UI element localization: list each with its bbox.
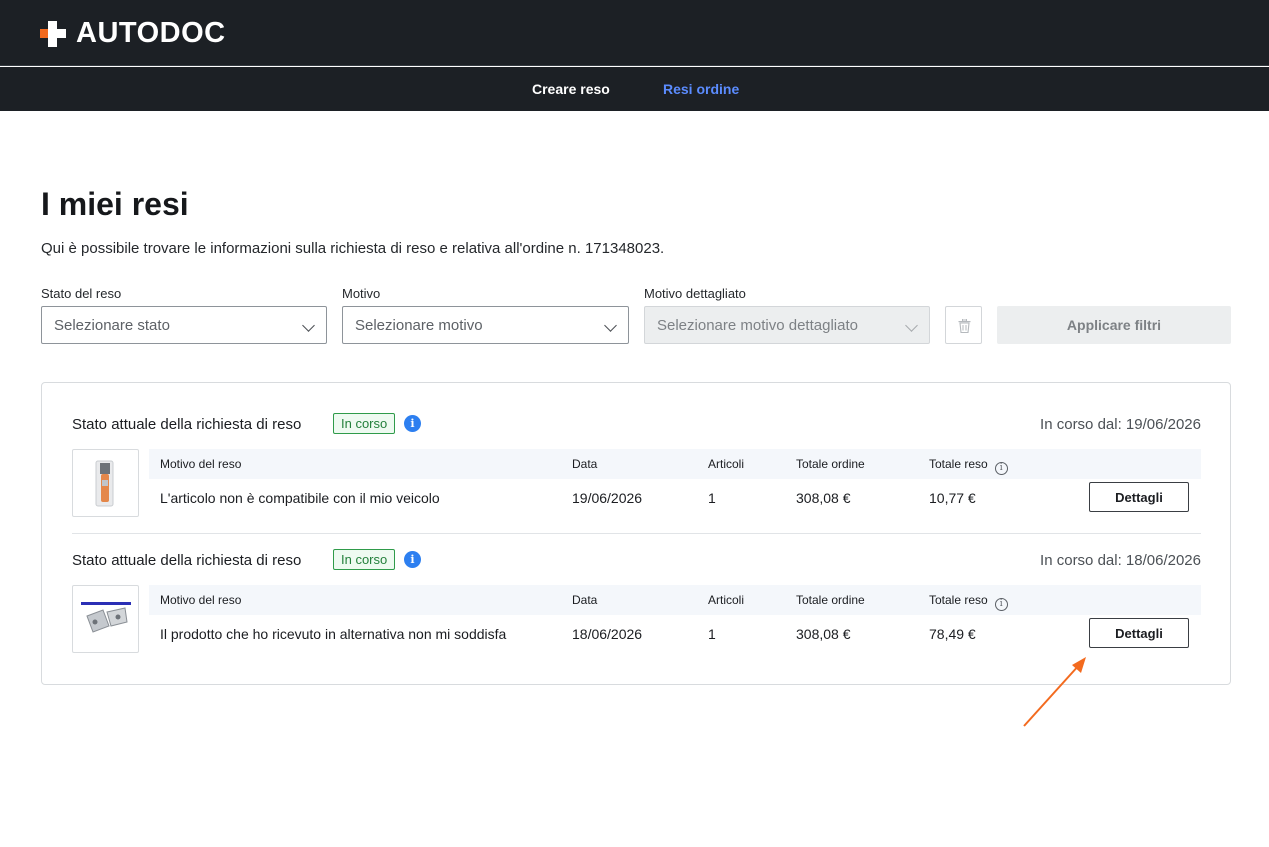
status-select-value: Selezionare stato [54, 317, 170, 334]
return-total: 78,49 € [929, 626, 976, 642]
clear-filters-button[interactable] [945, 306, 982, 344]
return-entry: Stato attuale della richiesta di reso In… [72, 413, 1201, 517]
returns-list-panel: Stato attuale della richiesta di reso In… [41, 382, 1231, 685]
col-return-total: Totale reso i [929, 593, 1008, 611]
return-reason: L'articolo non è compatibile con il mio … [160, 490, 440, 506]
info-icon[interactable]: i [404, 415, 421, 432]
details-button[interactable]: Dettagli [1089, 482, 1189, 512]
page-intro: Qui è possibile trovare le informazioni … [41, 240, 665, 257]
status-select[interactable]: Selezionare stato [41, 306, 327, 344]
status-filter-label: Stato del reso [41, 286, 122, 301]
chevron-down-icon [604, 319, 617, 332]
return-state-label: Stato attuale della richiesta di reso [72, 552, 302, 569]
col-return-total-label: Totale reso [929, 593, 988, 607]
returns-subnav: Creare reso Resi ordine [0, 67, 1269, 111]
annotation-arrow-icon [1023, 657, 1086, 727]
top-header: AUTODOC [0, 0, 1269, 66]
return-order-total: 308,08 € [796, 490, 851, 506]
product-thumbnail [72, 449, 139, 517]
brand-name: AUTODOC [76, 17, 226, 49]
return-total: 10,77 € [929, 490, 976, 506]
page-title: I miei resi [41, 186, 189, 222]
col-date: Data [572, 457, 598, 471]
reason-filter-label: Motivo [342, 286, 381, 301]
detailed-reason-filter-label: Motivo dettagliato [644, 286, 746, 301]
info-icon[interactable]: i [994, 462, 1008, 475]
return-order-total: 308,08 € [796, 626, 851, 642]
chevron-down-icon [302, 319, 315, 332]
status-badge: In corso [333, 549, 396, 570]
return-date: 19/06/2026 [572, 490, 643, 506]
nav-create-return[interactable]: Creare reso [532, 81, 610, 97]
reason-select-value: Selezionare motivo [355, 317, 483, 334]
col-return-total-label: Totale reso [929, 457, 988, 471]
product-thumbnail [72, 585, 139, 653]
reason-select[interactable]: Selezionare motivo [342, 306, 629, 344]
col-reason: Motivo del reso [160, 593, 242, 607]
return-items-count: 1 [708, 490, 716, 506]
divider [72, 533, 1201, 534]
info-icon[interactable]: i [994, 598, 1008, 611]
plus-logo-icon [40, 20, 66, 47]
col-return-total: Totale reso i [929, 457, 1008, 475]
nav-order-returns[interactable]: Resi ordine [663, 81, 739, 97]
apply-filters-button[interactable]: Applicare filtri [997, 306, 1231, 344]
return-state-label: Stato attuale della richiesta di reso [72, 416, 302, 433]
return-table-header: Motivo del reso Data Articoli Totale ord… [149, 585, 1201, 615]
in-progress-since: In corso dal: 18/06/2026 [1040, 552, 1201, 569]
chevron-down-icon [905, 319, 918, 332]
trash-icon [958, 319, 971, 333]
detailed-reason-select[interactable]: Selezionare motivo dettagliato [644, 306, 930, 344]
col-order-total: Totale ordine [796, 457, 865, 471]
info-icon[interactable]: i [404, 551, 421, 568]
col-reason: Motivo del reso [160, 457, 242, 471]
return-table-header: Motivo del reso Data Articoli Totale ord… [149, 449, 1201, 479]
col-order-total: Totale ordine [796, 593, 865, 607]
return-items-count: 1 [708, 626, 716, 642]
details-button[interactable]: Dettagli [1089, 618, 1189, 648]
in-progress-since: In corso dal: 19/06/2026 [1040, 416, 1201, 433]
status-badge: In corso [333, 413, 396, 434]
autodoc-logo[interactable]: AUTODOC [40, 17, 226, 50]
return-date: 18/06/2026 [572, 626, 643, 642]
return-reason: Il prodotto che ho ricevuto in alternati… [160, 626, 507, 642]
detailed-reason-select-value: Selezionare motivo dettagliato [657, 317, 858, 334]
return-entry: Stato attuale della richiesta di reso In… [72, 549, 1201, 653]
col-items: Articoli [708, 593, 745, 607]
col-date: Data [572, 593, 598, 607]
col-items: Articoli [708, 457, 745, 471]
